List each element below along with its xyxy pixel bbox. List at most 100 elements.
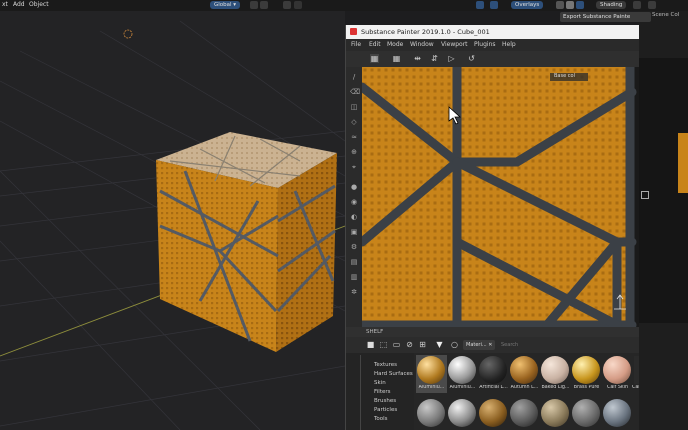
play-icon[interactable]: ▷ — [447, 54, 456, 63]
visibility-icon[interactable] — [476, 1, 484, 9]
shelf-panel: SHELF ■ ⬚ ▭ ⊘ ⊞ ▼ ○ Materi... ✕ Search T… — [346, 327, 639, 430]
menu-mode[interactable]: Mode — [387, 41, 403, 48]
menu-edit[interactable]: Edit — [369, 41, 381, 48]
histogram-icon[interactable]: ▤ — [350, 258, 358, 266]
menu-window[interactable]: Window — [410, 41, 434, 48]
shelf-categories: Textures Hard Surfaces Skin Filters Brus… — [346, 353, 414, 430]
polyfill-icon[interactable]: ◇ — [350, 118, 358, 126]
eraser-icon[interactable]: ⌫ — [350, 88, 360, 96]
category-item[interactable]: Skin — [374, 380, 386, 386]
xray-icon[interactable] — [556, 1, 564, 9]
material-thumbnail[interactable] — [541, 399, 569, 427]
menu-viewport[interactable]: Viewport — [441, 41, 468, 48]
uv-view-icon[interactable]: ▦ — [392, 54, 401, 63]
shading-material-icon[interactable] — [576, 1, 584, 9]
filter-tag-label: Materi... — [466, 342, 487, 348]
tool-sidebar: / ⌫ ◫ ◇ ≈ ⊕ ⌖ ● ◉ ◐ ▣ ⚙ ▤ ▥ ✲ — [346, 67, 362, 327]
menu-add[interactable]: Add — [11, 1, 27, 8]
category-item[interactable]: Tools — [374, 416, 388, 422]
material-grid: Aluminiu... Aluminiu... Artificial L... … — [416, 355, 639, 430]
material-thumbnail[interactable] — [479, 399, 507, 427]
scene-collection-label: Scene Col — [652, 12, 680, 18]
hide-icon[interactable]: ⊘ — [405, 340, 414, 349]
new-folder-icon[interactable]: ▭ — [392, 340, 401, 349]
material-thumbnail[interactable] — [510, 356, 538, 384]
material-thumbnail[interactable] — [510, 399, 538, 427]
tree-divider — [360, 355, 361, 430]
category-item[interactable]: Brushes — [374, 398, 396, 404]
outliner-icon[interactable] — [648, 1, 656, 9]
settings-icon[interactable]: ⚙ — [350, 243, 358, 251]
overlays-dropdown[interactable]: Overlays — [511, 1, 544, 9]
material-thumbnail[interactable] — [417, 356, 445, 384]
smudge-icon[interactable]: ≈ — [350, 133, 358, 141]
picker-icon[interactable]: ⌖ — [350, 163, 358, 171]
category-item[interactable]: Filters — [374, 389, 391, 395]
material-thumbnail[interactable] — [448, 356, 476, 384]
camera-icon[interactable]: ◉ — [350, 198, 358, 206]
export-icon[interactable]: ⊞ — [418, 340, 427, 349]
grid-view-icon[interactable]: ▦ — [370, 54, 379, 63]
folder-icon[interactable]: ■ — [366, 340, 375, 349]
material-thumbnail[interactable] — [603, 356, 631, 384]
material-thumbnail[interactable] — [634, 356, 639, 384]
search-input[interactable]: Search — [501, 340, 518, 350]
import-icon[interactable]: ⬚ — [379, 340, 388, 349]
title-bar: Substance Painter 2019.1.0 - Cube_001 — [346, 25, 639, 39]
menu-file[interactable]: File — [351, 41, 361, 48]
menu-item[interactable]: xt — [0, 1, 10, 8]
2d-uv-canvas[interactable]: Base col — [362, 67, 639, 327]
shading-label: Shading — [600, 2, 623, 8]
material-thumbnail[interactable] — [603, 399, 631, 427]
resize-handle[interactable] — [641, 191, 649, 199]
bake-icon[interactable]: ▣ — [350, 228, 358, 236]
orientation-dropdown[interactable]: Global ▾ — [210, 1, 241, 9]
gear-icon[interactable]: ✲ — [350, 288, 358, 296]
blender-header: xt Add Object Global ▾ Overlays Shading — [0, 0, 688, 11]
material-label: Carbon Fi... — [632, 385, 639, 390]
align-icon[interactable]: ⇵ — [430, 54, 439, 63]
falloff-icon[interactable] — [294, 1, 302, 9]
material-thumbnail[interactable] — [448, 399, 476, 427]
filter-icon[interactable]: ▼ — [435, 340, 444, 349]
snap-icon[interactable] — [260, 1, 268, 9]
light-icon[interactable]: ● — [350, 183, 358, 191]
material-thumbnail[interactable] — [417, 399, 445, 427]
menu-plugins[interactable]: Plugins — [474, 41, 496, 48]
material-label: Aluminiu... — [418, 385, 445, 390]
category-item[interactable]: Particles — [374, 407, 397, 413]
symmetry-icon[interactable]: ⇹ — [413, 54, 422, 63]
gizmo-icon[interactable] — [490, 1, 498, 9]
material-thumbnail[interactable] — [479, 356, 507, 384]
export-substance-painter-button[interactable]: Export Substance Painte — [560, 12, 651, 22]
material-thumbnail[interactable] — [541, 356, 569, 384]
shading-dropdown[interactable]: Shading — [596, 1, 627, 9]
history-icon[interactable]: ↺ — [467, 54, 476, 63]
material-thumbnail[interactable] — [572, 399, 600, 427]
render-icon[interactable]: ◐ — [350, 213, 358, 221]
category-item[interactable]: Textures — [374, 362, 397, 368]
uv-preview-thumb — [678, 133, 688, 193]
overlays-label: Overlays — [515, 2, 540, 8]
menu-object[interactable]: Object — [27, 1, 51, 8]
editor-icon[interactable] — [633, 1, 641, 9]
projection-icon[interactable]: ◫ — [350, 103, 358, 111]
shading-solid-icon[interactable] — [566, 1, 574, 9]
shelf-title: SHELF — [366, 329, 384, 335]
filter-tag[interactable]: Materi... ✕ — [463, 340, 496, 350]
proportional-icon[interactable] — [283, 1, 291, 9]
clear-filter-icon[interactable]: ○ — [450, 340, 459, 349]
material-thumbnail[interactable] — [572, 356, 600, 384]
menu-help[interactable]: Help — [502, 41, 516, 48]
pivot-icon[interactable] — [250, 1, 258, 9]
category-item[interactable]: Hard Surfaces — [374, 371, 413, 377]
material-label: Autumn L... — [510, 385, 539, 390]
material-label: Aluminiu... — [449, 385, 476, 390]
menu-bar: File Edit Mode Window Viewport Plugins H… — [346, 39, 639, 51]
canvas-channel-label: Base col — [554, 73, 575, 79]
uv-texture-view — [362, 67, 639, 327]
clone-icon[interactable]: ⊕ — [350, 148, 358, 156]
3d-viewport[interactable] — [0, 11, 345, 430]
document-icon[interactable]: ▥ — [350, 273, 358, 281]
paint-brush-icon[interactable]: / — [350, 73, 358, 81]
